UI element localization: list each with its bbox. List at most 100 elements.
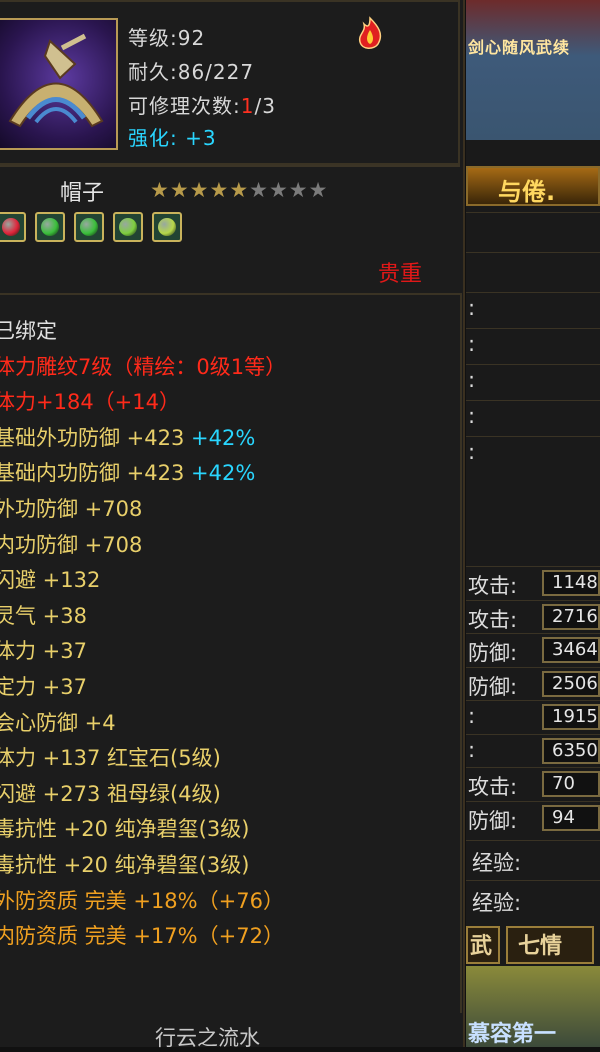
star-filled-icon: ★ <box>169 178 190 202</box>
stat-label: 防御: <box>468 808 518 833</box>
stat-value: 6350 <box>542 737 600 764</box>
star-empty-icon: ★ <box>308 178 329 202</box>
enhance-value: +3 <box>185 126 217 150</box>
item-enhance: 强化: +3 <box>128 122 217 151</box>
ruby-gem-icon[interactable] <box>0 212 26 242</box>
attribute-text: 体力 +37 <box>0 639 87 664</box>
star-filled-icon: ★ <box>150 178 170 202</box>
item-quality: 贵重 <box>378 262 423 287</box>
item-durability: 耐久:86/227 <box>128 60 255 84</box>
seven-emotions-button[interactable]: 七情 <box>506 926 594 964</box>
attribute-text: 已绑定 <box>0 319 57 343</box>
helmet-item-icon <box>0 18 118 150</box>
stat-row: : 1915 <box>466 700 600 733</box>
stat-row: 攻击: 1148 <box>466 566 600 599</box>
stat-value: 1148 <box>542 570 600 596</box>
stat-value: 3464 <box>542 637 600 663</box>
header-divider <box>0 165 460 167</box>
stat-row: : 6350 <box>466 733 600 767</box>
attribute-text: 内防资质 完美 +17%（+72） <box>0 924 284 949</box>
star-filled-icon: ★ <box>189 178 210 202</box>
star-rating: ★★★★★★★★★ <box>150 178 328 202</box>
experience-row: 经验: <box>466 880 600 921</box>
attribute-text: 基础内功防御 +423 <box>0 461 185 486</box>
attribute-bonus: +42% <box>184 425 256 450</box>
jade-gem-icon[interactable] <box>152 212 182 242</box>
stat-value: 2506 <box>542 670 600 697</box>
info-row-label: : <box>468 368 476 392</box>
attribute-line: 内功防御 +708 <box>0 529 142 559</box>
martial-button[interactable]: 武 <box>466 926 500 964</box>
star-filled-icon: ★ <box>209 178 230 202</box>
attribute-line: 闪避 +132 <box>0 564 100 594</box>
stat-label: 防御: <box>468 674 518 699</box>
blank-row <box>466 212 600 253</box>
info-row-label: : <box>468 296 476 320</box>
attribute-text: 体力+184（+14） <box>0 390 180 415</box>
experience-row: 经验: <box>466 840 600 881</box>
attribute-line: 毒抗性 +20 纯净碧玺(3级) <box>0 849 249 879</box>
attribute-line: 体力 +137 红宝石(5级) <box>0 742 221 772</box>
repair-total: /3 <box>254 94 276 118</box>
item-set-name: 行云之流水 <box>155 1026 260 1050</box>
stat-label: 攻击: <box>468 607 518 632</box>
stat-label: : <box>468 737 476 762</box>
attribute-line: 外防资质 完美 +18%（+76） <box>0 885 284 915</box>
attribute-line: 毒抗性 +20 纯净碧玺(3级) <box>0 813 249 843</box>
attribute-text: 会心防御 +4 <box>0 710 116 735</box>
top-banner-image: 剑心随风武续 <box>466 0 600 140</box>
info-row: : <box>466 400 600 437</box>
info-row: : <box>466 328 600 365</box>
stat-row: 攻击: 2716 <box>466 599 600 633</box>
experience-label: 经验: <box>472 891 522 915</box>
info-row: : <box>466 364 600 401</box>
stat-row: 防御: 3464 <box>466 633 600 666</box>
attribute-text: 毒抗性 +20 纯净碧玺(3级) <box>0 853 250 877</box>
stat-value: 70 <box>542 771 600 797</box>
banner-title: 剑心随风武续 <box>468 38 571 57</box>
attribute-line: 闪避 +273 祖母绿(4级) <box>0 778 221 808</box>
blank-row <box>466 252 600 293</box>
attribute-text: 基础外功防御 +423 <box>0 425 185 450</box>
attribute-text: 闪避 +132 <box>0 568 101 593</box>
character-tab[interactable]: 与倦. <box>466 166 600 206</box>
item-tooltip: 等级:92 耐久:86/227 可修理次数:1/3 强化: +3 帽子 ★★★★… <box>0 0 465 1050</box>
item-name: 帽子 <box>60 181 105 206</box>
item-repair-count: 可修理次数:1/3 <box>128 90 276 119</box>
attribute-line: 体力雕纹7级（精绘：0级1等） <box>0 351 286 381</box>
repair-label: 可修理次数: <box>128 94 241 118</box>
attribute-line: 定力 +37 <box>0 671 87 701</box>
emerald-gem-icon[interactable] <box>74 212 104 242</box>
jade-gem-icon[interactable] <box>113 212 143 242</box>
attribute-text: 定力 +37 <box>0 675 87 699</box>
repair-used: 1 <box>240 94 255 118</box>
character-panel: 剑心随风武续 与倦. ::::: 攻击: 1148 攻击: 2716 防御: 3464 防御:… <box>466 0 600 1047</box>
attribute-line: 体力 +37 <box>0 635 87 665</box>
flame-emblem-icon <box>352 16 388 52</box>
attribute-line: 会心防御 +4 <box>0 707 116 737</box>
stat-value: 1915 <box>542 704 600 730</box>
attribute-text: 灵气 +38 <box>0 603 87 628</box>
attribute-line: 灵气 +38 <box>0 600 87 630</box>
info-row: : <box>466 436 600 473</box>
stat-value: 2716 <box>542 603 600 630</box>
attribute-text: 内功防御 +708 <box>0 532 143 557</box>
info-row-label: : <box>468 404 476 428</box>
experience-label: 经验: <box>472 851 522 875</box>
emerald-gem-icon[interactable] <box>35 212 65 242</box>
stat-row: 防御: 2506 <box>466 666 600 700</box>
star-empty-icon: ★ <box>268 178 289 202</box>
stat-label: 攻击: <box>468 574 518 598</box>
attribute-text: 外防资质 完美 +18%（+76） <box>0 888 284 913</box>
attribute-text: 体力 +137 红宝石(5级) <box>0 746 221 771</box>
item-level: 等级:92 <box>128 26 206 50</box>
info-row: : <box>466 292 600 329</box>
stat-row: 攻击: 70 <box>466 767 600 800</box>
info-row-label: : <box>468 332 476 356</box>
attribute-line: 外功防御 +708 <box>0 493 142 523</box>
attribute-line: 内防资质 完美 +17%（+72） <box>0 920 284 950</box>
attribute-line: 基础内功防御 +423 +42% <box>0 457 255 487</box>
bottom-banner-image: 慕容第一 <box>466 966 600 1047</box>
star-empty-icon: ★ <box>288 178 309 202</box>
attribute-text: 毒抗性 +20 纯净碧玺(3级) <box>0 817 250 842</box>
